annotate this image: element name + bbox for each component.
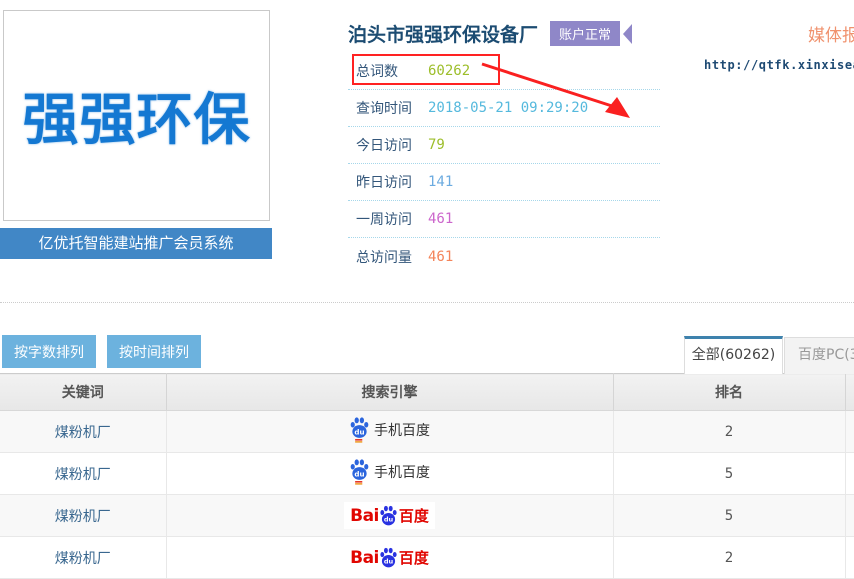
baidu-logo-bai: Bai — [350, 506, 379, 526]
tab-all[interactable]: 全部(60262) — [684, 336, 783, 374]
sort-by-words-button[interactable]: 按字数排列 — [2, 335, 96, 368]
section-divider — [0, 302, 854, 303]
column-header-keyword: 关键词 — [0, 374, 166, 411]
baidu-logo-cn: 百度 — [399, 547, 429, 568]
baidu-mobile-icon: du — [349, 416, 370, 443]
baidu-pc-icon: du — [379, 546, 398, 569]
stat-value: 461 — [428, 249, 453, 265]
page-title: 泊头市强强环保设备厂 — [348, 20, 538, 47]
keyword-link[interactable]: 煤粉机厂 — [55, 467, 111, 483]
rank-value: 5 — [725, 508, 733, 524]
stat-value: 141 — [428, 174, 453, 190]
table-row: 煤粉机厂 du 手机百度 2 — [0, 411, 854, 453]
engine-name: 手机百度 — [374, 462, 430, 482]
baidu-logo-bai: Bai — [350, 548, 379, 568]
stat-label: 查询时间 — [356, 98, 428, 118]
column-header-extra — [845, 374, 854, 411]
stat-label: 总访问量 — [356, 247, 428, 267]
stat-label: 今日访问 — [356, 135, 428, 155]
baidu-pc-logo: Bai du 百度 — [344, 502, 435, 529]
stat-value: 461 — [428, 211, 453, 227]
table-header-row: 关键词 搜索引擎 排名 — [0, 374, 854, 411]
stat-row-week-visits: 一周访问 461 — [348, 201, 660, 238]
svg-text:du: du — [384, 558, 394, 566]
page: 强强环保 亿优托智能建站推广会员系统 泊头市强强环保设备厂 账户正常 媒体报道 … — [0, 0, 854, 579]
status-badge: 账户正常 — [550, 21, 620, 46]
stat-label: 昨日访问 — [356, 172, 428, 192]
badge-arrow-icon — [623, 24, 632, 44]
baidu-logo-cn: 百度 — [399, 505, 429, 526]
column-header-rank: 排名 — [613, 374, 845, 411]
baidu-pc-icon: du — [379, 504, 398, 527]
site-url-link[interactable]: http://qtfk.xinxisea. — [704, 58, 854, 72]
table-row: 煤粉机厂 Bai du 百度 2 — [0, 537, 854, 579]
system-banner: 亿优托智能建站推广会员系统 — [0, 228, 272, 259]
baidu-pc-logo: Bai du 百度 — [344, 544, 435, 571]
engine-cell: du 手机百度 — [349, 458, 430, 485]
stat-row-today-visits: 今日访问 79 — [348, 127, 660, 164]
svg-text:du: du — [354, 469, 364, 478]
table-row: 煤粉机厂 du 手机百度 5 — [0, 453, 854, 495]
tab-baidu-pc[interactable]: 百度PC(30 — [784, 337, 854, 374]
page-header: 泊头市强强环保设备厂 账户正常 — [348, 20, 632, 47]
company-logo-text: 强强环保 — [23, 75, 251, 156]
svg-text:du: du — [384, 516, 394, 524]
media-link[interactable]: 媒体报道 — [808, 21, 854, 46]
company-logo: 强强环保 — [3, 10, 270, 221]
rank-value: 2 — [725, 424, 733, 440]
stat-row-total-visits: 总访问量 461 — [348, 238, 660, 275]
table-row: 煤粉机厂 Bai du 百度 5 — [0, 495, 854, 537]
sort-by-time-button[interactable]: 按时间排列 — [107, 335, 201, 368]
engine-name: 手机百度 — [374, 420, 430, 440]
column-header-engine: 搜索引擎 — [166, 374, 613, 411]
stat-label: 一周访问 — [356, 209, 428, 229]
keyword-link[interactable]: 煤粉机厂 — [55, 425, 111, 441]
engine-cell: du 手机百度 — [349, 416, 430, 443]
svg-text:du: du — [354, 427, 364, 436]
baidu-mobile-icon: du — [349, 458, 370, 485]
stat-value: 79 — [428, 137, 445, 153]
rank-value: 2 — [725, 550, 733, 566]
keyword-link[interactable]: 煤粉机厂 — [55, 509, 111, 525]
keyword-table: 关键词 搜索引擎 排名 煤粉机厂 du — [0, 373, 854, 579]
stat-row-yesterday-visits: 昨日访问 141 — [348, 164, 660, 201]
keyword-link[interactable]: 煤粉机厂 — [55, 551, 111, 567]
red-arrow-annotation — [472, 56, 647, 128]
rank-value: 5 — [725, 466, 733, 482]
